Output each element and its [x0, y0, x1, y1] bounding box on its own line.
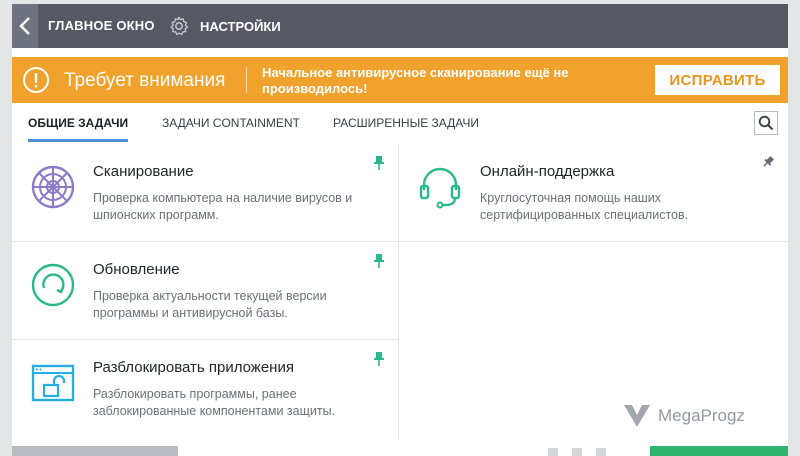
bottom-icon[interactable] [572, 448, 582, 456]
alert-title: Требует внимания [64, 70, 226, 91]
settings-link[interactable]: НАСТРОЙКИ [168, 14, 281, 38]
watermark-text: MegaProgz [658, 406, 745, 425]
bottom-left-button[interactable] [12, 446, 178, 456]
task-title: Разблокировать приложения [93, 359, 294, 376]
search-button[interactable] [754, 111, 778, 135]
task-description: Проверка актуальности текущей версии про… [93, 289, 327, 320]
megaprogz-logo-icon [624, 405, 650, 427]
unlock-window-icon [31, 364, 75, 402]
bottom-right-button[interactable] [650, 446, 788, 456]
attention-alert: Требует внимания Начальное антивирусное … [12, 57, 788, 103]
task-grid: Сканирование Проверка компьютера на нали… [12, 144, 788, 440]
fix-button[interactable]: ИСПРАВИТЬ [655, 65, 780, 95]
task-title: Сканирование [93, 163, 194, 180]
watermark: MegaProgz [622, 403, 745, 429]
tab-containment-tasks[interactable]: ЗАДАЧИ CONTAINMENT [162, 104, 300, 142]
pin-icon[interactable] [762, 156, 774, 168]
task-description: Разблокировать программы, ранее заблокир… [93, 387, 336, 418]
pin-icon[interactable] [374, 254, 384, 268]
gear-icon [170, 16, 189, 36]
grid-divider [399, 241, 788, 242]
task-tabs: ОБЩИЕ ЗАДАЧИ ЗАДАЧИ CONTAINMENT РАСШИРЕН… [12, 104, 788, 145]
bottom-icon[interactable] [548, 448, 558, 456]
task-title: Онлайн-поддержка [480, 163, 615, 180]
bottom-bar [12, 444, 788, 456]
radar-icon [31, 165, 75, 209]
refresh-icon [31, 263, 75, 307]
settings-label: НАСТРОЙКИ [200, 18, 281, 34]
headset-icon [419, 167, 461, 209]
pin-icon[interactable] [374, 156, 384, 170]
task-card-unlock-apps[interactable]: Разблокировать приложения Разблокировать… [12, 340, 398, 437]
bottom-icon[interactable] [596, 448, 606, 456]
task-card-scan[interactable]: Сканирование Проверка компьютера на нали… [12, 144, 398, 241]
pin-icon[interactable] [374, 352, 384, 366]
top-navigation-bar: ГЛАВНОЕ ОКНО НАСТРОЙКИ [12, 4, 788, 48]
tab-general-tasks[interactable]: ОБЩИЕ ЗАДАЧИ [28, 104, 129, 142]
alert-message: Начальное антивирусное сканирование ещё … [262, 65, 569, 96]
task-title: Обновление [93, 261, 180, 278]
task-card-online-support[interactable]: Онлайн-поддержка Круглосуточная помощь н… [399, 144, 788, 241]
task-description: Круглосуточная помощь наших сертифициров… [480, 191, 689, 222]
search-icon [758, 115, 774, 131]
main-window-link[interactable]: ГЛАВНОЕ ОКНО [48, 18, 155, 33]
alert-divider [246, 67, 247, 93]
tab-advanced-tasks[interactable]: РАСШИРЕННЫЕ ЗАДАЧИ [333, 104, 479, 142]
task-card-update[interactable]: Обновление Проверка актуальности текущей… [12, 242, 398, 339]
back-button[interactable] [12, 4, 38, 48]
bottom-icons [548, 448, 606, 456]
app-window: ГЛАВНОЕ ОКНО НАСТРОЙКИ Требует внимания … [12, 4, 788, 456]
chevron-left-icon [19, 17, 30, 35]
warning-icon [23, 67, 49, 93]
task-description: Проверка компьютера на наличие вирусов и… [93, 191, 353, 222]
